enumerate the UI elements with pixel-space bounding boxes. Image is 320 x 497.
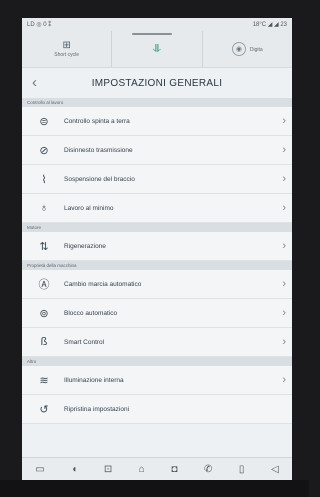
row-label: Lavoro al minimo: [64, 204, 114, 212]
row-label: Controllo spinta a terra: [64, 117, 130, 125]
section-header: Motore: [22, 223, 292, 232]
volume-icon[interactable]: ◁: [271, 464, 279, 475]
center-tab[interactable]: ⥥: [111, 31, 201, 67]
row-label: Ripristina impostazioni: [64, 405, 130, 413]
boom-suspension-icon: ⌇: [41, 173, 47, 186]
filter-down-icon: ⥥: [152, 42, 161, 55]
phone-icon[interactable]: ✆: [204, 464, 212, 475]
row-label: Disinnesto trasmissione: [64, 146, 133, 154]
chevron-right-icon: ›: [282, 307, 286, 319]
settings-row-ground-push[interactable]: ⊜ Controllo spinta a terra ›: [22, 107, 292, 136]
short-cycle-label: Short cycle: [54, 51, 80, 58]
digita-label: Digita: [249, 46, 263, 53]
reset-icon: ↺: [39, 403, 49, 416]
title-bar: ‹ IMPOSTAZIONI GENERALI: [22, 68, 292, 98]
chevron-right-icon: ›: [282, 240, 286, 252]
settings-row-interior-light[interactable]: ≋ Illuminazione interna ›: [22, 366, 292, 395]
ground-push-icon: ⊜: [39, 115, 49, 128]
grid-machine-icon: ⊞: [62, 39, 71, 51]
row-label: Blocco automatico: [64, 309, 118, 317]
regeneration-icon: ⇅: [39, 240, 49, 253]
settings-row-auto-lock[interactable]: ⊚ Blocco automatico ›: [22, 299, 292, 328]
home-icon[interactable]: ▭: [35, 464, 44, 475]
settings-row-boom-suspension[interactable]: ⌇ Sospensione del braccio ›: [22, 165, 292, 194]
device-bezel: [0, 480, 309, 497]
top-bar: ⊞ Short cycle ⥥ ◉ Digita: [22, 31, 292, 68]
chevron-right-icon: ›: [282, 374, 286, 386]
digital-camera-tab[interactable]: ◉ Digita: [201, 31, 292, 67]
settings-row-reset[interactable]: ↺ Ripristina impostazioni: [22, 395, 292, 424]
status-bar: LD ◎ 0 ⁑ 18°C ◢ ◢ 23: [22, 18, 292, 31]
camera-icon[interactable]: ◘: [171, 464, 177, 475]
chevron-right-icon: ›: [282, 336, 286, 348]
chevron-right-icon: ›: [282, 144, 286, 156]
house-icon[interactable]: ⌂: [139, 464, 145, 475]
settings-row-auto-shift[interactable]: Ⓐ Cambio marcia automatico ›: [22, 270, 292, 299]
machine-icon[interactable]: ⊡: [104, 464, 112, 475]
row-label: Cambio marcia automatico: [64, 280, 142, 288]
back-chevron-icon[interactable]: ‹: [32, 74, 37, 91]
row-label: Smart Control: [64, 338, 105, 346]
status-left: LD ◎ 0 ⁑: [27, 22, 52, 28]
settings-row-regeneration[interactable]: ⇅ Rigenerazione ›: [22, 232, 292, 261]
drag-handle[interactable]: [132, 33, 172, 35]
camera-icon: ◉: [231, 42, 246, 56]
chevron-right-icon: ›: [282, 202, 286, 214]
smart-control-icon: ß: [40, 336, 48, 348]
row-label: Sospensione del braccio: [64, 175, 135, 183]
auto-lock-icon: ⊚: [39, 307, 49, 320]
tractor-icon[interactable]: ◖: [71, 464, 77, 475]
status-right: 18°C ◢ ◢ 23: [252, 22, 287, 28]
transmission-icon: ⊘: [39, 144, 49, 157]
bottom-nav: ▭ ◖ ⊡ ⌂ ◘ ✆ ▯ ◁: [22, 457, 292, 480]
settings-row-smart-control[interactable]: ß Smart Control ›: [22, 328, 292, 357]
row-label: Rigenerazione: [64, 242, 106, 250]
chevron-right-icon: ›: [282, 278, 286, 290]
settings-row-transmission[interactable]: ⊘ Disinnesto trasmissione ›: [22, 136, 292, 165]
idle-work-icon: ♁: [39, 202, 49, 214]
section-header: Altro: [22, 357, 292, 366]
page-title: IMPOSTAZIONI GENERALI: [91, 77, 223, 89]
chevron-right-icon: ›: [282, 173, 286, 185]
auto-shift-icon: Ⓐ: [38, 279, 50, 291]
section-header: Proprietà della macchina: [22, 261, 292, 270]
interior-light-icon: ≋: [39, 374, 49, 387]
row-label: Illuminazione interna: [64, 376, 124, 384]
section-header: Controllo al lavoro: [22, 98, 292, 107]
device-screen: LD ◎ 0 ⁑ 18°C ◢ ◢ 23 ⊞ Short cycle ⥥ ◉ D…: [22, 18, 292, 480]
settings-row-idle-work[interactable]: ♁ Lavoro al minimo ›: [22, 194, 292, 223]
chevron-right-icon: ›: [282, 115, 286, 127]
tablet-icon[interactable]: ▯: [239, 464, 245, 475]
short-cycle-tab[interactable]: ⊞ Short cycle: [22, 31, 111, 67]
